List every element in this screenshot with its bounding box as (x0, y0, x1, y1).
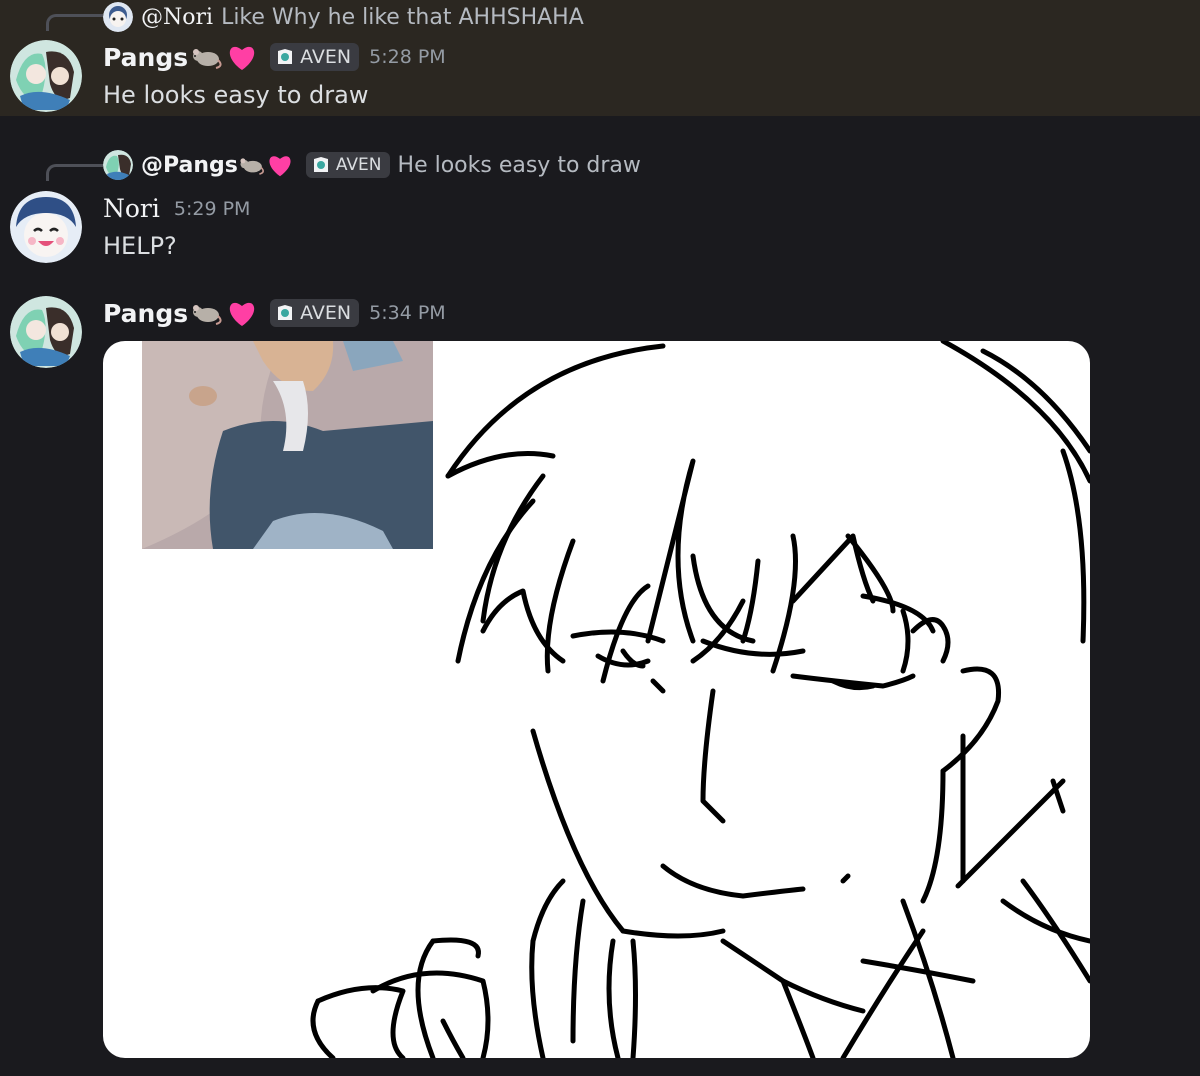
avatar[interactable] (10, 40, 82, 112)
timestamp[interactable]: 5:29 PM (174, 198, 251, 220)
role-tag-label: AVEN (335, 155, 382, 175)
timestamp[interactable]: 5:28 PM (369, 46, 446, 68)
rat-emoji (190, 300, 224, 326)
author-name[interactable]: Pangs (103, 299, 188, 328)
rat-emoji (190, 44, 224, 70)
reply-text: Like Why he like that AHHSHAHA (221, 4, 584, 30)
image-attachment[interactable] (103, 341, 1090, 1058)
pink-heart-emoji (226, 42, 258, 72)
reply-connector (46, 14, 103, 31)
pink-heart-emoji (226, 298, 258, 328)
reply-preview[interactable]: @Nori Like Why he like that AHHSHAHA (103, 2, 584, 32)
reply-username[interactable]: @Pangs (141, 153, 238, 178)
message-content: HELP? (103, 232, 177, 260)
rat-emoji (238, 154, 266, 176)
reply-connector (46, 164, 103, 181)
shield-icon (278, 305, 293, 320)
reply-username[interactable]: @Nori (141, 5, 213, 30)
role-tag-label: AVEN (300, 46, 352, 68)
pink-heart-emoji (266, 152, 294, 178)
avatar[interactable] (10, 191, 82, 263)
shield-icon (278, 49, 293, 64)
sketch-drawing (142, 341, 1090, 1058)
author-name[interactable]: Nori (103, 194, 160, 223)
reply-preview[interactable]: @Pangs AVEN He looks easy to draw (103, 150, 641, 180)
timestamp[interactable]: 5:34 PM (369, 302, 446, 324)
reply-text: He looks easy to draw (397, 152, 641, 178)
avatar[interactable] (10, 296, 82, 368)
message-header: Nori 5:29 PM (103, 194, 250, 223)
reply-avatar (103, 2, 133, 32)
reference-photo (142, 341, 433, 549)
message-header: Pangs AVEN 5:34 PM (103, 298, 446, 328)
role-tag[interactable]: AVEN (270, 299, 360, 327)
author-name[interactable]: Pangs (103, 43, 188, 72)
role-tag[interactable]: AVEN (305, 152, 390, 178)
role-tag-label: AVEN (300, 302, 352, 324)
message-header: Pangs AVEN 5:28 PM (103, 42, 446, 72)
role-tag[interactable]: AVEN (270, 43, 360, 71)
shield-icon (313, 157, 328, 172)
message-content: He looks easy to draw (103, 81, 369, 109)
reply-avatar (103, 150, 133, 180)
